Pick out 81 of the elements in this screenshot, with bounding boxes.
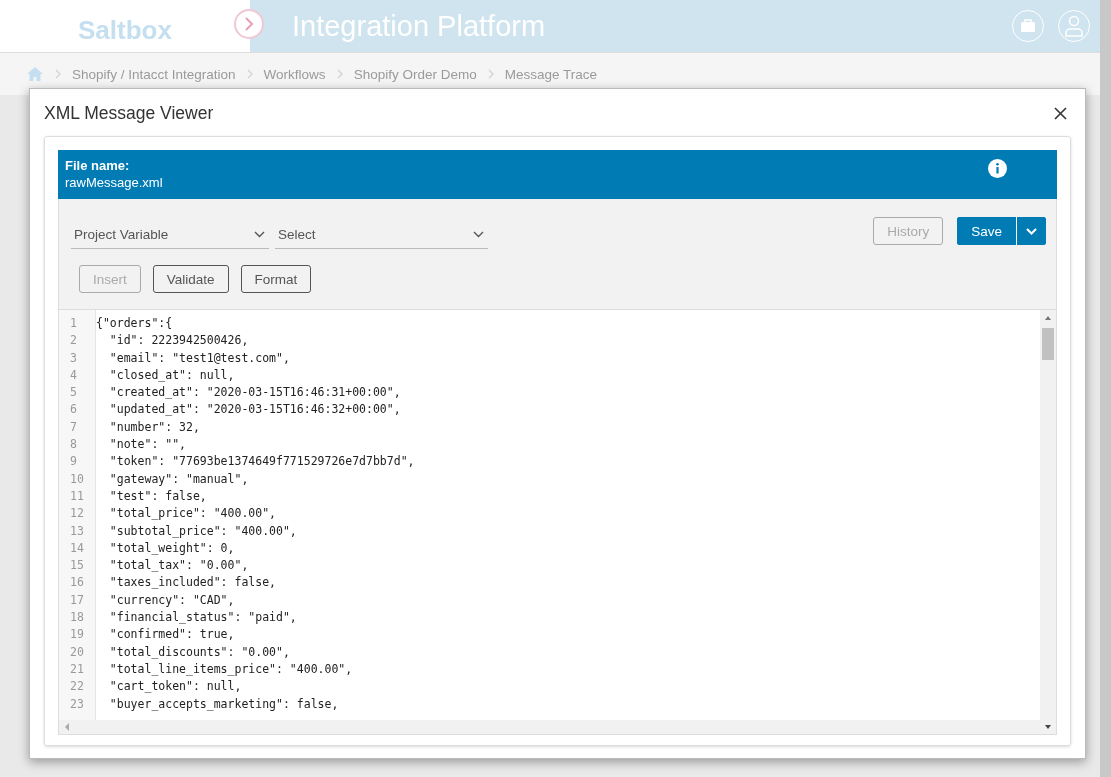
- chevron-right-icon: [54, 69, 62, 79]
- vertical-scrollbar[interactable]: [1040, 310, 1056, 734]
- code-line: "number": 32,: [108, 418, 200, 436]
- code-line: "taxes_included": false,: [108, 574, 276, 592]
- line-number: 1: [70, 315, 77, 332]
- line-number: 7: [70, 418, 77, 436]
- chevron-down-icon: [254, 231, 265, 238]
- chevron-right-icon: [486, 69, 495, 79]
- breadcrumb-link[interactable]: Workflows: [263, 66, 326, 82]
- code-line: "closed_at": null,: [108, 366, 235, 384]
- dropdown-select[interactable]: Project Variable: [71, 217, 269, 249]
- page-scrollbar[interactable]: [1100, 0, 1111, 777]
- line-number: 11: [70, 487, 84, 505]
- dialog-title: XML Message Viewer: [44, 103, 214, 124]
- scroll-left-arrow-icon[interactable]: [64, 723, 70, 731]
- breadcrumb-link[interactable]: Shopify Order Demo: [353, 66, 477, 82]
- line-number: 3: [70, 349, 77, 367]
- line-number: 18: [70, 609, 84, 627]
- code-line: "total_price": "400.00",: [108, 505, 276, 523]
- code-line: "updated_at": "2020-03-15T16:46:32+00:00",: [108, 401, 401, 419]
- scroll-down-arrow-icon[interactable]: [1044, 724, 1052, 730]
- line-number: 8: [70, 436, 77, 454]
- toolbar-button[interactable]: Format: [240, 265, 312, 293]
- breadcrumb-link[interactable]: Shopify / Intacct Integration: [72, 66, 236, 82]
- code-line: "gateway": "manual",: [108, 470, 249, 488]
- scroll-up-arrow-icon[interactable]: [1044, 315, 1052, 321]
- logo-text: Saltbox: [78, 13, 172, 46]
- code-line: "confirmed": true,: [108, 626, 235, 644]
- code-line: "buyer_accepts_marketing": false,: [108, 695, 339, 713]
- code-line: "total_line_items_price": "400.00",: [108, 660, 353, 678]
- line-number: 10: [70, 470, 84, 488]
- info-icon[interactable]: [988, 159, 1007, 178]
- close-icon: [1054, 107, 1067, 120]
- line-number: 23: [70, 695, 84, 713]
- code-line: "email": "test1@test.com",: [108, 349, 290, 367]
- code-line: "note": "",: [108, 436, 186, 454]
- code-line: "created_at": "2020-03-15T16:46:31+00:00",: [108, 384, 401, 402]
- line-number: 6: [70, 401, 77, 419]
- line-number: 15: [70, 557, 84, 575]
- code-line: "subtotal_price": "400.00",: [108, 522, 297, 540]
- code-line: "total_discounts": "0.00",: [108, 643, 290, 661]
- chevron-down-icon: [1026, 227, 1037, 235]
- file-name-label: File name:: [65, 158, 131, 173]
- line-number: 9: [70, 453, 77, 471]
- toolbar-button[interactable]: Validate: [152, 265, 229, 293]
- line-number: 12: [70, 505, 84, 523]
- home-icon[interactable]: [26, 66, 44, 82]
- expand-toggle-button[interactable]: [234, 9, 264, 39]
- line-number: 22: [70, 678, 84, 696]
- user-icon: [1064, 15, 1084, 37]
- line-number: 13: [70, 522, 84, 540]
- line-number: 16: [70, 574, 84, 592]
- chevron-right-icon: [335, 69, 344, 79]
- chevron-right-icon: [244, 17, 254, 31]
- horizontal-scrollbar[interactable]: [59, 720, 1040, 734]
- save-split-button[interactable]: Save: [957, 217, 1046, 245]
- code-line: "cart_token": null,: [108, 678, 242, 696]
- line-number: 5: [70, 384, 77, 402]
- chevron-down-icon: [473, 231, 484, 238]
- line-number: 21: [70, 660, 84, 678]
- code-line: "total_tax": "0.00",: [108, 557, 249, 575]
- chevron-right-icon: [245, 69, 254, 79]
- code-line: "total_weight": 0,: [108, 539, 235, 557]
- briefcase-icon: [1020, 19, 1036, 33]
- code-line: "currency": "CAD",: [108, 591, 235, 609]
- close-button[interactable]: [1052, 105, 1069, 122]
- code-line: "financial_status": "paid",: [108, 609, 297, 627]
- scrollbar-thumb[interactable]: [1042, 328, 1054, 360]
- code-line: "test": false,: [108, 487, 207, 505]
- breadcrumb-link[interactable]: Message Trace: [504, 66, 597, 82]
- line-number: 20: [70, 643, 84, 661]
- code-line: {"orders":{: [96, 315, 173, 332]
- code-line: "token": "77693be1374649f771529726e7d7bb7d",: [108, 453, 415, 471]
- line-number: 19: [70, 626, 84, 644]
- line-number: 4: [70, 366, 77, 384]
- file-name: rawMessage.xml: [65, 175, 163, 190]
- dropdown-select[interactable]: Select: [275, 217, 488, 249]
- code-line: "id": 2223942500426,: [108, 332, 249, 350]
- line-number: 2: [70, 332, 77, 350]
- line-number: 14: [70, 539, 84, 557]
- line-number: 17: [70, 591, 84, 609]
